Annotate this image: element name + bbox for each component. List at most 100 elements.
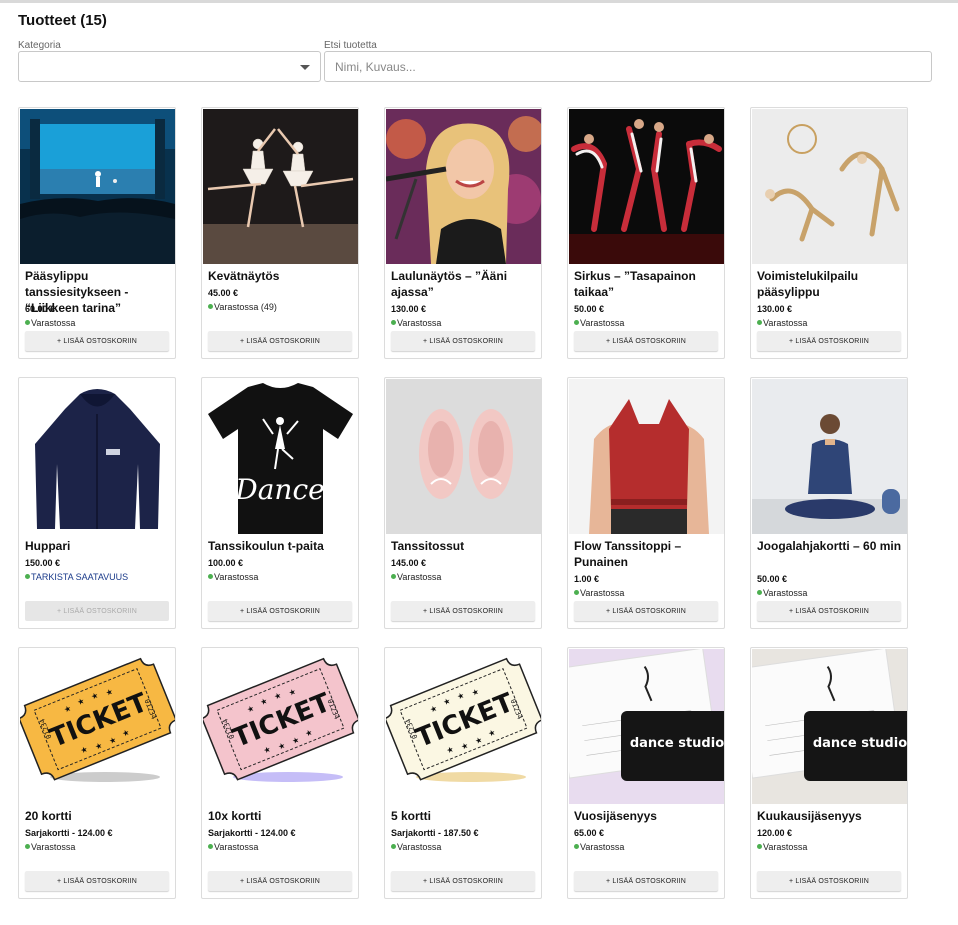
stock-label: Varastossa [580,318,625,328]
stock-status: Varastossa [25,318,75,328]
add-to-cart-button[interactable]: + LISÄÄ OSTOSKORIIN [208,871,352,891]
stock-status: Varastossa [757,588,807,598]
add-to-cart-button[interactable]: + LISÄÄ OSTOSKORIIN [757,601,901,621]
stock-status: Varastossa [574,318,624,328]
product-card[interactable]: Huppari 150.00 € TARKISTA SAATAVUUS + LISÄÄ… [18,377,176,629]
stock-label: Varastossa [31,318,76,328]
product-price: 130.00 € [391,304,427,314]
status-dot-icon [208,304,213,309]
product-price: 100.00 € [208,558,244,568]
product-card[interactable]: Laulunäytös – ”Ääni ajassa” 130.00 € Varas… [384,107,542,359]
add-to-cart-button[interactable]: + LISÄÄ OSTOSKORIIN [757,331,901,351]
stock-label: Varastossa [580,588,625,598]
page-title: Tuotteet (15) [18,12,107,29]
status-dot-icon [574,590,579,595]
stock-label: Varastossa [214,842,259,852]
add-to-cart-button[interactable]: + LISÄÄ OSTOSKORIIN [574,331,718,351]
add-to-cart-button[interactable]: + LISÄÄ OSTOSKORIIN [208,331,352,351]
product-name[interactable]: Huppari [25,538,173,554]
category-label: Kategoria [18,40,61,51]
product-price: 45.00 € [208,288,239,298]
product-image[interactable] [569,379,724,534]
product-image[interactable]: TICKET 01234 01234 ★ ★ ★ ★ ★ ★ ★ ★ [20,649,175,804]
product-card[interactable]: Pääsylippu tanssiesitykseen - “Liikkeen … [18,107,176,359]
product-image[interactable] [386,379,541,534]
stock-status: Varastossa [391,318,441,328]
product-image[interactable] [20,379,175,534]
status-dot-icon [574,844,579,849]
product-card[interactable]: Kevätnäytös 45.00 € Varastossa (49) + LISÄÄ… [201,107,359,359]
add-to-cart-button[interactable]: + LISÄÄ OSTOSKORIIN [25,331,169,351]
product-card[interactable]: Dance Tanssikoulun t-paita 100.00 € Varasto… [201,377,359,629]
status-dot-icon [25,574,30,579]
product-image[interactable] [203,109,358,264]
product-card[interactable]: TICKET 01234 01234 ★ ★ ★ ★ ★ ★ ★ ★ 5 kortti Sar… [384,647,542,899]
status-dot-icon [757,590,762,595]
add-to-cart-button[interactable]: + LISÄÄ OSTOSKORIIN [391,601,535,621]
product-image[interactable] [752,109,907,264]
add-to-cart-button[interactable]: + LISÄÄ OSTOSKORIIN [391,331,535,351]
product-name[interactable]: Laulunäytös – ”Ääni ajassa” [391,268,539,300]
product-image[interactable]: Dance [203,379,358,534]
product-card[interactable]: Joogalahjakortti – 60 min 50.00 € Varastos… [750,377,908,629]
stock-status: Varastossa [574,588,624,598]
product-name[interactable]: Tanssikoulun t-paita [208,538,356,554]
product-name[interactable]: Tanssitossut [391,538,539,554]
category-select[interactable] [18,51,321,82]
product-name[interactable]: Flow Tanssitoppi – Punainen [574,538,722,570]
product-price: 50.00 € [574,304,605,314]
stock-label: Varastossa [397,318,442,328]
stock-status: Varastossa (49) [208,302,277,312]
add-to-cart-button[interactable]: + LISÄÄ OSTOSKORIIN [574,601,718,621]
product-image[interactable] [569,109,724,264]
product-name[interactable]: 20 kortti [25,808,173,824]
status-dot-icon [208,574,213,579]
stock-label: Varastossa [763,318,808,328]
product-card[interactable]: TICKET 01234 01234 ★ ★ ★ ★ ★ ★ ★ ★ 10x kortti S… [201,647,359,899]
product-price: Sarjakortti - 124.00 € [25,828,113,838]
product-card[interactable]: dance studio Vuosijäsenyys 65.00 € Varastos… [567,647,725,899]
product-name[interactable]: Joogalahjakortti – 60 min [757,538,905,554]
product-price: Sarjakortti - 187.50 € [391,828,479,838]
add-to-cart-button: + LISÄÄ OSTOSKORIIN [25,601,169,621]
product-image[interactable] [20,109,175,264]
product-name[interactable]: 5 kortti [391,808,539,824]
status-dot-icon [391,844,396,849]
product-image[interactable] [752,379,907,534]
stock-label: Varastossa [763,842,808,852]
add-to-cart-button[interactable]: + LISÄÄ OSTOSKORIIN [25,871,169,891]
product-name[interactable]: Sirkus – ”Tasapainon taikaa” [574,268,722,300]
add-to-cart-button[interactable]: + LISÄÄ OSTOSKORIIN [208,601,352,621]
product-name[interactable]: Kuukausijäsenyys [757,808,905,824]
status-dot-icon [25,844,30,849]
product-name[interactable]: Vuosijäsenyys [574,808,722,824]
stock-status: Varastossa [574,842,624,852]
status-dot-icon [391,320,396,325]
product-price: 65.00 € [574,828,605,838]
product-card[interactable]: Voimistelukilpailu pääsylippu 130.00 € Var… [750,107,908,359]
status-dot-icon [391,574,396,579]
product-card[interactable]: Flow Tanssitoppi – Punainen 1.00 € Varasto… [567,377,725,629]
search-label: Etsi tuotetta [324,40,377,51]
product-image[interactable]: dance studio [752,649,907,804]
product-image[interactable]: TICKET 01234 01234 ★ ★ ★ ★ ★ ★ ★ ★ [203,649,358,804]
stock-label: Varastossa [397,842,442,852]
add-to-cart-button[interactable]: + LISÄÄ OSTOSKORIIN [391,871,535,891]
add-to-cart-button[interactable]: + LISÄÄ OSTOSKORIIN [574,871,718,891]
stock-label: Varastossa [580,842,625,852]
product-card[interactable]: TICKET 01234 01234 ★ ★ ★ ★ ★ ★ ★ ★ 20 kortti Sa… [18,647,176,899]
add-to-cart-button[interactable]: + LISÄÄ OSTOSKORIIN [757,871,901,891]
product-name[interactable]: Kevätnäytös [208,268,356,284]
product-card[interactable]: dance studio Kuukausijäsenyys 120.00 € Vara… [750,647,908,899]
product-card[interactable]: Tanssitossut 145.00 € Varastossa + LISÄÄ OS… [384,377,542,629]
product-price: 130.00 € [757,304,793,314]
product-image[interactable]: TICKET 01234 01234 ★ ★ ★ ★ ★ ★ ★ ★ [386,649,541,804]
product-card[interactable]: Sirkus – ”Tasapainon taikaa” 50.00 € Varas… [567,107,725,359]
product-name[interactable]: Voimistelukilpailu pääsylippu [757,268,905,300]
search-input[interactable] [324,51,932,82]
product-image[interactable] [386,109,541,264]
product-image[interactable]: dance studio [569,649,724,804]
product-name[interactable]: 10x kortti [208,808,356,824]
stock-status: Varastossa [391,842,441,852]
stock-status: Varastossa [25,842,75,852]
